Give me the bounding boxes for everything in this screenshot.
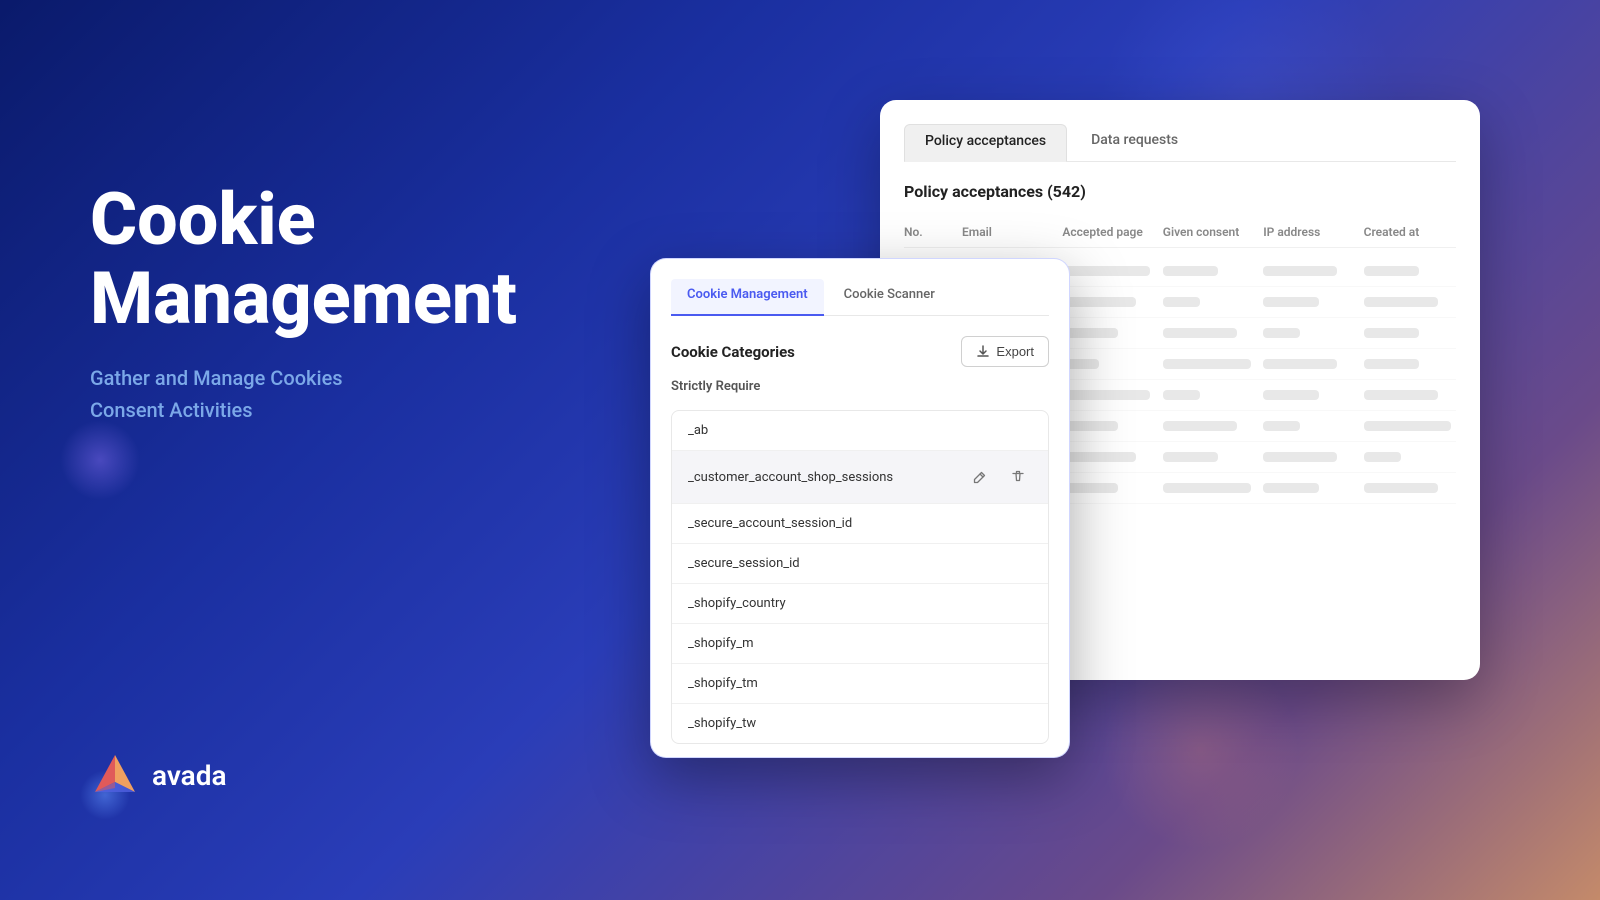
cookie-categories-header: Cookie Categories Export	[671, 336, 1049, 367]
delete-icon[interactable]	[1004, 463, 1032, 491]
bg-glow-3	[60, 420, 140, 500]
logo-text: avada	[152, 759, 227, 792]
col-ip-address: IP address	[1263, 225, 1355, 239]
cookie-item-actions	[966, 463, 1032, 491]
export-icon	[976, 345, 990, 359]
col-email: Email	[962, 225, 1054, 239]
hero-subtitle: Gather and Manage Cookies Consent Activi…	[90, 362, 517, 426]
avada-logo-icon	[90, 750, 140, 800]
cookie-card-inner: Cookie Management Cookie Scanner Cookie …	[651, 259, 1069, 402]
strictly-require-label: Strictly Require	[671, 379, 1049, 402]
list-item[interactable]: _secure_account_session_id	[672, 504, 1048, 544]
cookie-name: _customer_account_shop_sessions	[688, 470, 893, 485]
tab-cookie-management[interactable]: Cookie Management	[671, 279, 824, 316]
tab-policy-acceptances[interactable]: Policy acceptances	[904, 124, 1067, 162]
list-item[interactable]: _ab	[672, 411, 1048, 451]
col-accepted-page: Accepted page	[1062, 225, 1154, 239]
list-item[interactable]: _secure_session_id	[672, 544, 1048, 584]
hero-title: Cookie Management	[90, 180, 517, 338]
col-created-at: Created at	[1364, 225, 1456, 239]
list-item[interactable]: _shopify_m	[672, 624, 1048, 664]
cookie-list: _ab _customer_account_shop_sessions	[671, 410, 1049, 744]
list-item[interactable]: _shopify_country	[672, 584, 1048, 624]
list-item[interactable]: _customer_account_shop_sessions	[672, 451, 1048, 504]
export-button[interactable]: Export	[961, 336, 1049, 367]
policy-tabs: Policy acceptances Data requests	[904, 124, 1456, 162]
policy-title: Policy acceptances (542)	[904, 182, 1456, 201]
logo-area: avada	[90, 750, 227, 800]
tab-cookie-scanner[interactable]: Cookie Scanner	[828, 279, 951, 315]
cookie-name: _secure_session_id	[688, 556, 800, 571]
cookie-categories-title: Cookie Categories	[671, 343, 795, 361]
cookie-name: _shopify_m	[688, 636, 754, 651]
policy-table-header: No. Email Accepted page Given consent IP…	[904, 217, 1456, 248]
cookie-management-card: Cookie Management Cookie Scanner Cookie …	[650, 258, 1070, 758]
cookie-tabs: Cookie Management Cookie Scanner	[671, 279, 1049, 316]
hero-subtitle-line2: Consent Activities	[90, 398, 253, 422]
list-item[interactable]: _shopify_tw	[672, 704, 1048, 743]
col-given-consent: Given consent	[1163, 225, 1255, 239]
list-item[interactable]: _shopify_tm	[672, 664, 1048, 704]
export-label: Export	[996, 344, 1034, 359]
hero-title-line1: Cookie	[90, 177, 316, 262]
cookie-name: _shopify_tm	[688, 676, 758, 691]
col-no: No.	[904, 225, 954, 239]
hero-title-line2: Management	[90, 256, 517, 341]
hero-subtitle-line1: Gather and Manage Cookies	[90, 366, 343, 390]
cookie-name: _shopify_country	[688, 596, 786, 611]
cookie-name: _shopify_tw	[688, 716, 756, 731]
cookie-name: _ab	[688, 423, 708, 438]
cookie-name: _secure_account_session_id	[688, 516, 852, 531]
tab-data-requests[interactable]: Data requests	[1071, 124, 1198, 161]
bg-glow-2	[1100, 650, 1300, 850]
hero-panel: Cookie Management Gather and Manage Cook…	[90, 180, 517, 426]
edit-icon[interactable]	[966, 463, 994, 491]
